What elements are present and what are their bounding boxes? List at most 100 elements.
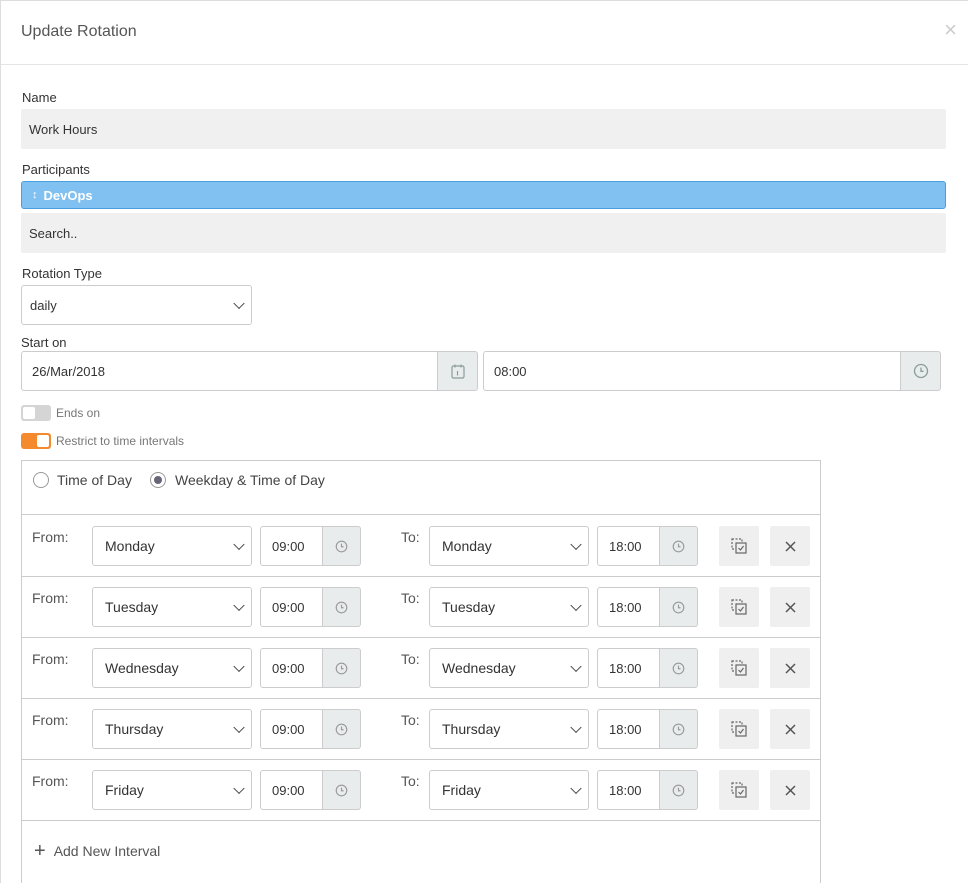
to-day-select[interactable]: Tuesday [429,587,589,627]
close-icon [784,784,796,796]
clock-icon [335,723,348,735]
clock-icon [672,723,685,735]
to-time-clock-button[interactable] [660,709,698,749]
ends-on-toggle[interactable] [21,405,51,421]
plus-icon: + [34,840,46,862]
to-time-input[interactable]: 18:00 [597,648,660,688]
from-day-select[interactable]: Thursday [92,709,252,749]
clock-icon [913,363,928,379]
chevron-down-icon [570,782,582,795]
clock-icon [672,601,685,613]
from-time-clock-button[interactable] [323,709,361,749]
radio-weekday-time-of-day-label[interactable]: Weekday & Time of Day [175,472,325,488]
duplicate-interval-button[interactable] [719,587,759,627]
chevron-down-icon [233,782,245,795]
from-time-input[interactable]: 09:00 [260,587,323,627]
chevron-down-icon [233,599,245,612]
to-day-value: Tuesday [442,599,496,615]
to-day-select[interactable]: Friday [429,770,589,810]
from-time-input[interactable]: 09:00 [260,648,323,688]
clock-icon [672,784,685,796]
duplicate-icon [731,721,747,737]
chevron-down-icon [570,660,582,673]
to-time-clock-button[interactable] [660,648,698,688]
from-time-clock-button[interactable] [323,587,361,627]
to-time-clock-button[interactable] [660,587,698,627]
from-time-clock-button[interactable] [323,770,361,810]
participant-chip-devops[interactable]: ↕ DevOps [21,181,946,209]
to-day-value: Thursday [442,721,501,737]
to-day-select[interactable]: Wednesday [429,648,589,688]
rotation-type-select[interactable]: daily [21,285,252,325]
from-day-value: Monday [105,538,155,554]
interval-row: From: Monday 09:00 To: Monday 18:00 [22,516,820,577]
start-date-input[interactable]: 26/Mar/2018 [21,351,438,391]
chevron-down-icon [233,297,245,310]
start-time-input[interactable]: 08:00 [483,351,901,391]
to-day-value: Wednesday [442,660,516,676]
chevron-down-icon [570,599,582,612]
close-icon [784,601,796,613]
from-time-clock-button[interactable] [323,526,361,566]
radio-time-of-day[interactable] [33,472,49,488]
to-time-input[interactable]: 18:00 [597,770,660,810]
name-input[interactable]: Work Hours [21,109,946,149]
clock-icon [672,540,685,552]
radio-time-of-day-label[interactable]: Time of Day [57,472,132,488]
from-time-input[interactable]: 09:00 [260,770,323,810]
chevron-down-icon [233,721,245,734]
close-icon [784,662,796,674]
duplicate-interval-button[interactable] [719,709,759,749]
from-time-input[interactable]: 09:00 [260,526,323,566]
from-day-value: Thursday [105,721,164,737]
calendar-button[interactable] [438,351,478,391]
from-day-select[interactable]: Tuesday [92,587,252,627]
restrict-toggle[interactable] [21,433,51,449]
close-icon [784,723,796,735]
from-day-select[interactable]: Monday [92,526,252,566]
chevron-down-icon [233,538,245,551]
duplicate-interval-button[interactable] [719,770,759,810]
clock-icon [335,662,348,674]
to-time-clock-button[interactable] [660,770,698,810]
from-time-input[interactable]: 09:00 [260,709,323,749]
to-time-input[interactable]: 18:00 [597,526,660,566]
to-day-value: Friday [442,782,481,798]
participants-label: Participants [22,162,90,177]
from-day-select[interactable]: Friday [92,770,252,810]
to-day-select[interactable]: Monday [429,526,589,566]
duplicate-interval-button[interactable] [719,648,759,688]
to-time-input[interactable]: 18:00 [597,587,660,627]
to-time-input[interactable]: 18:00 [597,709,660,749]
remove-interval-button[interactable] [770,770,810,810]
to-day-select[interactable]: Thursday [429,709,589,749]
clock-icon [672,662,685,674]
remove-interval-button[interactable] [770,709,810,749]
chevron-down-icon [233,660,245,673]
from-day-select[interactable]: Wednesday [92,648,252,688]
to-time-clock-button[interactable] [660,526,698,566]
from-label: From: [32,529,69,545]
remove-interval-button[interactable] [770,648,810,688]
start-time-clock-button[interactable] [901,351,941,391]
participants-search-input[interactable]: Search.. [21,213,946,253]
interval-row: From: Wednesday 09:00 To: Wednesday 18:0… [22,638,820,699]
from-label: From: [32,590,69,606]
from-label: From: [32,712,69,728]
close-icon [784,540,796,552]
add-new-interval-button[interactable]: + Add New Interval [22,821,820,881]
dialog-title: Update Rotation [21,23,137,40]
remove-interval-button[interactable] [770,526,810,566]
from-day-value: Wednesday [105,660,179,676]
from-label: From: [32,651,69,667]
duplicate-interval-button[interactable] [719,526,759,566]
drag-handle-icon[interactable]: ↕ [32,189,38,201]
from-time-clock-button[interactable] [323,648,361,688]
interval-row: From: Thursday 09:00 To: Thursday 18:00 [22,699,820,760]
radio-weekday-time-of-day[interactable] [150,472,166,488]
interval-panel: Time of Day Weekday & Time of Day From: … [21,460,821,883]
add-new-interval-label: Add New Interval [53,843,161,859]
ends-on-label: Ends on [56,406,101,420]
remove-interval-button[interactable] [770,587,810,627]
close-icon[interactable]: × [944,19,957,41]
